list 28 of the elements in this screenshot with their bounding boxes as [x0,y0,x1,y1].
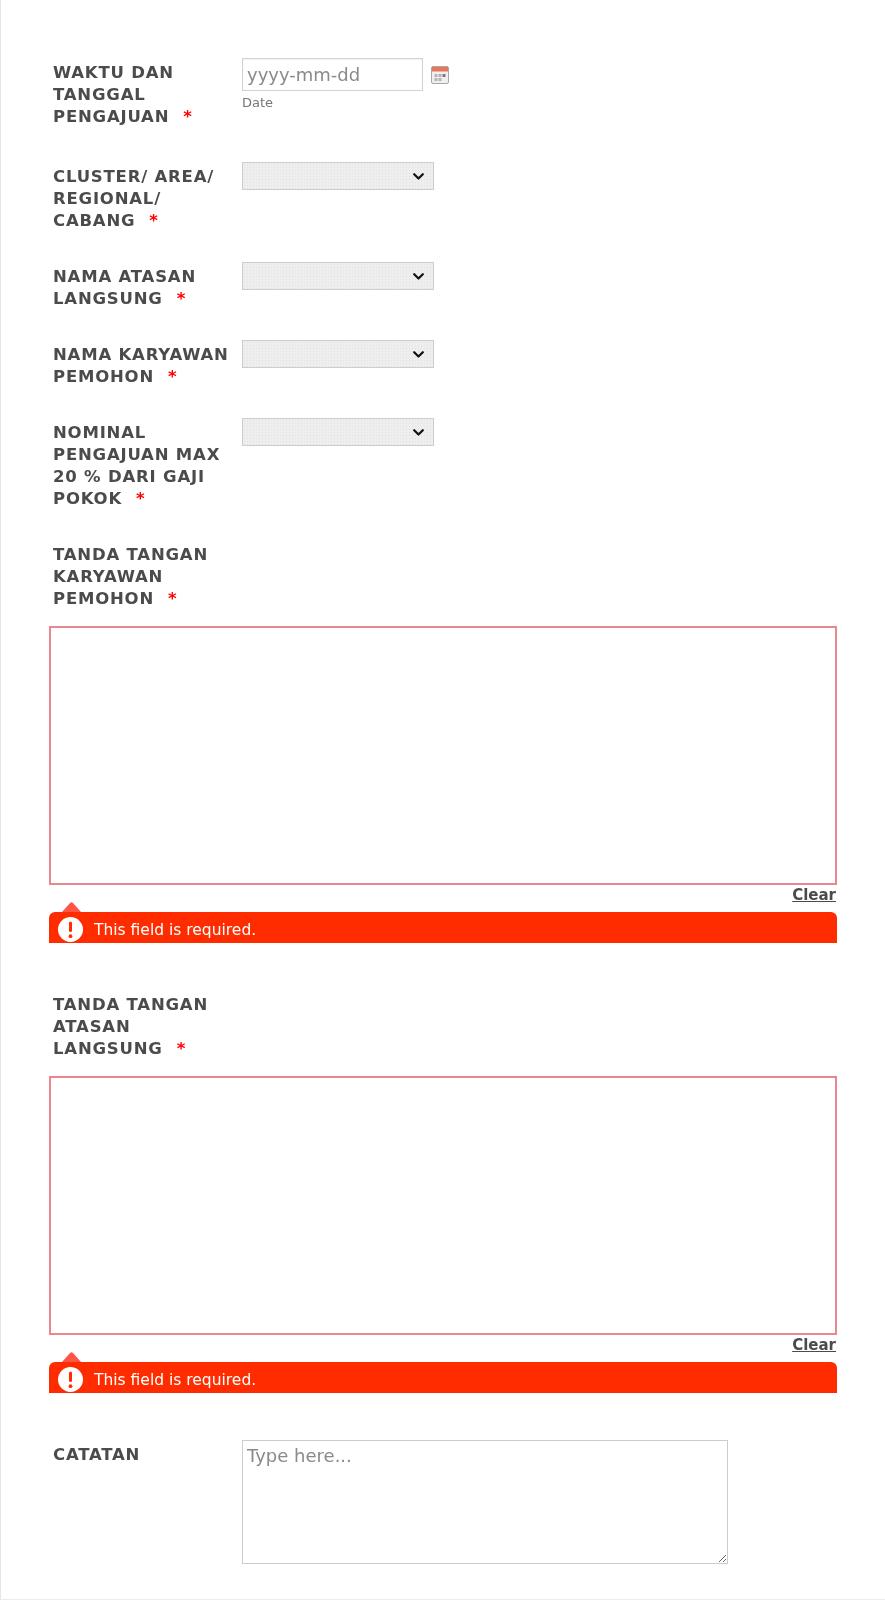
pointer-triangle-icon [62,901,81,912]
calendar-icon[interactable] [431,65,449,84]
clear-link[interactable]: Clear [792,1337,837,1353]
field-label: NAMA ATASAN LANGSUNG * [53,267,196,308]
dropdown-field[interactable] [242,418,434,446]
date-sublabel: Date [242,95,274,111]
error-message: This field is required. [94,920,257,941]
dropdown-field[interactable] [242,162,434,190]
field-label: NAMA KARYAWAN PEMOHON * [53,345,229,386]
field-label: TANDA TANGAN ATASAN LANGSUNG * [53,995,209,1058]
field-label: NOMINAL PENGAJUAN MAX 20 % DARI GAJI POKOK * [53,423,221,508]
dropdown-field[interactable] [242,262,434,290]
signature-pad[interactable] [49,626,837,885]
field-label: WAKTU DAN TANGGAL PENGAJUAN * [53,63,193,126]
field-label: TANDA TANGAN KARYAWAN PEMOHON * [53,545,209,608]
date-input[interactable]: yyyy-mm-dd [242,58,423,91]
dropdown-field[interactable] [242,340,434,368]
clear-link[interactable]: Clear [792,887,837,903]
notes-field[interactable]: Type here... [242,1440,728,1564]
signature-pad[interactable] [49,1076,837,1335]
chevron-down-icon [413,172,424,180]
pointer-triangle-icon [62,1351,81,1362]
field-label: CATATAN [53,1445,141,1464]
chevron-down-icon [413,272,424,280]
field-label: CLUSTER/ AREA/ REGIONAL/ CABANG * [53,167,215,230]
chevron-down-icon [413,428,424,436]
chevron-down-icon [413,350,424,358]
error-message: This field is required. [94,1370,257,1391]
